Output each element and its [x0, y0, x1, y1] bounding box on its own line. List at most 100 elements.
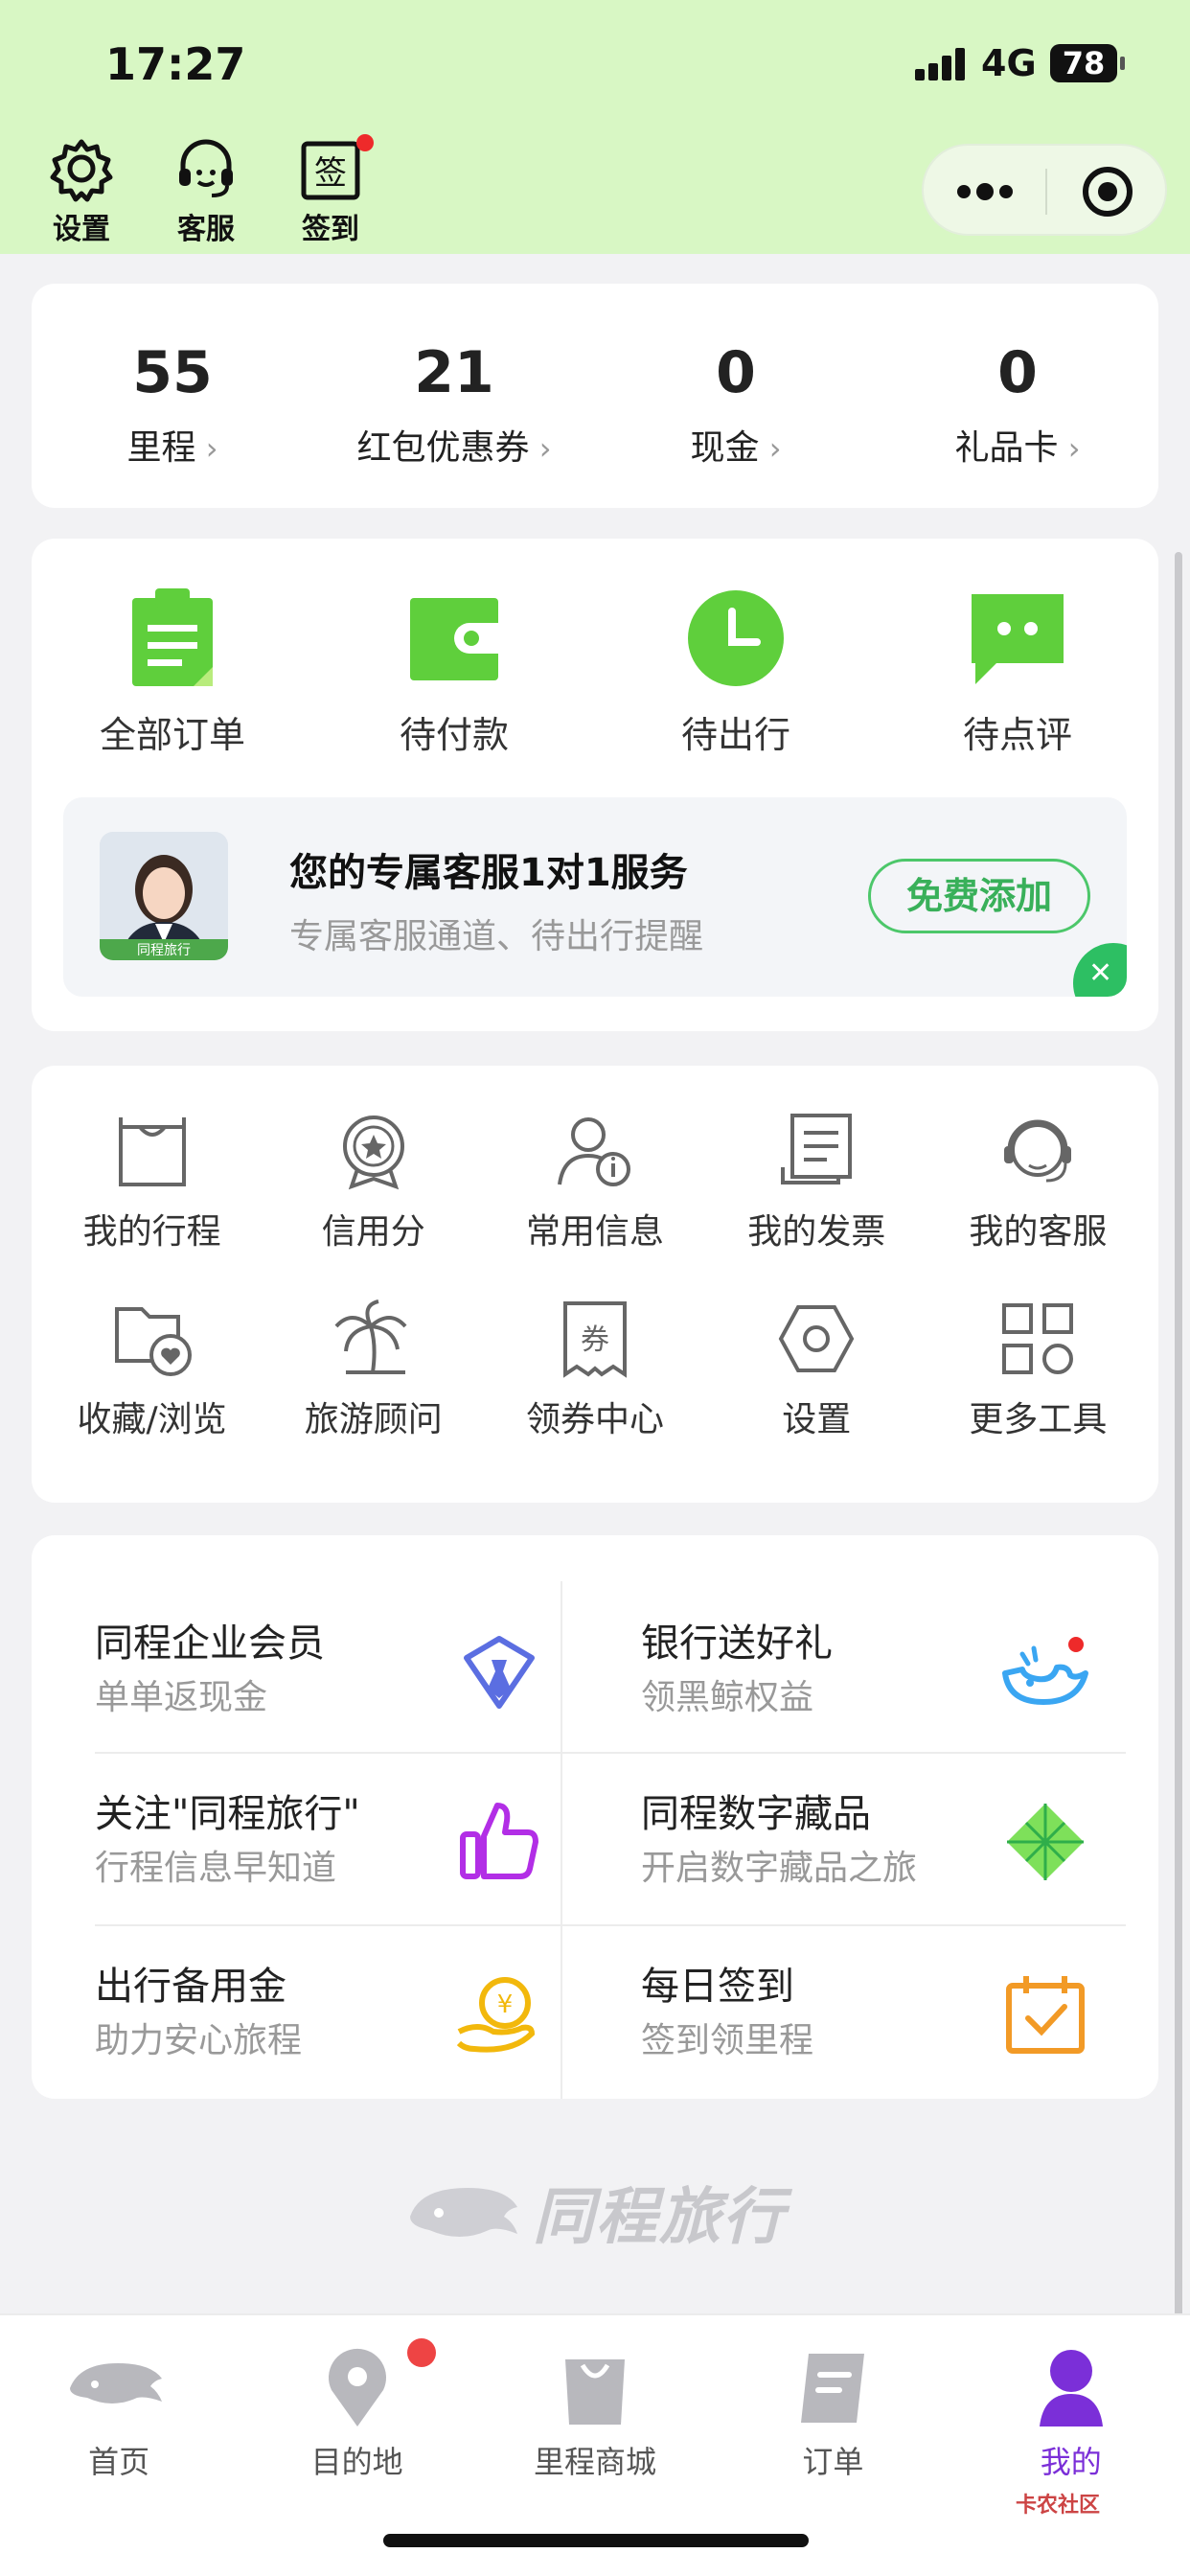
- more-dots-icon: [957, 183, 1013, 200]
- promo-follow-account[interactable]: 关注"同程旅行" 行程信息早知道: [95, 1752, 593, 1924]
- tool-label: 我的发票: [747, 1212, 886, 1252]
- coupon-center-button[interactable]: 券 领券中心: [484, 1298, 705, 1441]
- headset-icon: [179, 139, 233, 197]
- diamond-icon: [1007, 1804, 1084, 1880]
- tab-label: 订单: [802, 2444, 864, 2480]
- promo-travel-reserve[interactable]: 出行备用金 助力安心旅程 ¥: [95, 1924, 593, 2097]
- gear-icon: [50, 139, 113, 202]
- my-invoice-button[interactable]: 我的发票: [706, 1110, 927, 1254]
- promo-subtitle: 单单返现金: [95, 1678, 268, 1717]
- more-tools-button[interactable]: 更多工具: [927, 1298, 1149, 1441]
- settings-button[interactable]: 设置: [38, 134, 125, 247]
- stat-mileage[interactable]: 55 里程: [32, 284, 313, 508]
- scrollbar[interactable]: [1175, 552, 1182, 2469]
- promo-title: 银行送好礼: [641, 1622, 833, 1666]
- favorites-history-button[interactable]: 收藏/浏览: [41, 1298, 263, 1441]
- tool-label: 信用分: [321, 1212, 425, 1252]
- promo-digital-collection[interactable]: 同程数字藏品 开启数字藏品之旅: [641, 1752, 1139, 1924]
- checkin-button[interactable]: 签 签到: [287, 134, 374, 247]
- calendar-check-icon: [1006, 1976, 1085, 2054]
- stat-label: 礼品卡: [955, 420, 1081, 470]
- free-add-button[interactable]: 免费添加: [868, 859, 1090, 933]
- exclusive-service-banner[interactable]: 同程旅行 您的专属客服1对1服务 专属客服通道、待出行提醒 免费添加 ✕: [63, 797, 1127, 997]
- service-agent-icon: [1004, 1119, 1072, 1183]
- orders-card: 全部订单 待付款 待出行 待点评 同程旅行 您的专属客服1对1服务 专属客服通道…: [32, 539, 1158, 1031]
- target-close-icon: [1083, 167, 1133, 217]
- tab-label: 里程商城: [533, 2444, 656, 2480]
- stat-gift-card[interactable]: 0 礼品卡: [877, 284, 1158, 508]
- user-info-icon: [558, 1117, 630, 1186]
- close-miniapp-button[interactable]: [1047, 146, 1169, 238]
- more-menu-button[interactable]: [924, 146, 1045, 238]
- settings-tool-button[interactable]: 设置: [706, 1298, 927, 1441]
- promo-enterprise-member[interactable]: 同程企业会员 单单返现金: [95, 1581, 593, 1754]
- svg-text:签: 签: [314, 154, 347, 193]
- agent-avatar-icon: 同程旅行: [100, 832, 228, 960]
- order-label: 待出行: [680, 714, 790, 756]
- credit-score-button[interactable]: 信用分: [263, 1110, 484, 1254]
- stat-cash[interactable]: 0 现金: [595, 284, 877, 508]
- stat-label: 现金: [691, 420, 782, 470]
- chat-icon: [972, 594, 1064, 684]
- dismiss-banner-button[interactable]: ✕: [1073, 943, 1127, 997]
- promo-bank-gift[interactable]: 银行送好礼 领黑鲸权益: [641, 1581, 1139, 1754]
- order-label: 全部订单: [99, 714, 245, 756]
- promo-title: 关注"同程旅行": [95, 1792, 360, 1836]
- status-time: 17:27: [105, 38, 246, 90]
- invoice-icon: [781, 1114, 853, 1184]
- top-toolbar: 设置 客服 签 签到: [38, 134, 374, 247]
- stat-value: 0: [997, 339, 1038, 406]
- tab-label: 我的: [1040, 2444, 1102, 2480]
- close-icon: ✕: [1088, 956, 1113, 990]
- tab-label: 目的地: [310, 2444, 403, 2480]
- tab-mileage-mall[interactable]: 里程商城: [480, 2340, 710, 2482]
- frequent-info-button[interactable]: 常用信息: [484, 1110, 705, 1254]
- my-service-button[interactable]: 我的客服: [927, 1110, 1149, 1254]
- clock-icon: [688, 590, 784, 686]
- hexagon-settings-icon: [778, 1305, 855, 1372]
- promo-subtitle: 领黑鲸权益: [641, 1678, 814, 1717]
- coin-hand-icon: ¥: [456, 1977, 536, 2053]
- promo-subtitle: 助力安心旅程: [95, 2021, 303, 2060]
- tool-label: 设置: [782, 1400, 852, 1439]
- whale-home-icon: [70, 2363, 163, 2404]
- tab-destination[interactable]: 目的地: [242, 2338, 472, 2482]
- travel-advisor-button[interactable]: 旅游顾问: [263, 1298, 484, 1441]
- notification-dot: [356, 134, 374, 151]
- bag-icon: [118, 1117, 186, 1186]
- tool-label: 领券中心: [525, 1400, 664, 1439]
- pending-review-button[interactable]: 待点评: [903, 585, 1133, 758]
- whale-icon: [1002, 1637, 1088, 1705]
- tab-label: 首页: [88, 2444, 150, 2480]
- all-orders-button[interactable]: 全部订单: [57, 585, 287, 758]
- wallet-icon: [410, 598, 498, 680]
- miniapp-capsule: [922, 144, 1167, 236]
- order-label: 待付款: [399, 714, 509, 756]
- pending-payment-button[interactable]: 待付款: [339, 585, 569, 758]
- pending-travel-button[interactable]: 待出行: [621, 585, 851, 758]
- customer-service-label: 客服: [177, 213, 235, 246]
- watermark: 卡农社区: [1016, 2494, 1101, 2518]
- avatar: 同程旅行: [100, 832, 228, 960]
- notification-dot: [406, 2338, 436, 2367]
- promo-subtitle: 开启数字藏品之旅: [641, 1849, 918, 1888]
- clipboard-icon: [132, 588, 213, 686]
- whale-logo-icon: [410, 2188, 517, 2237]
- svg-text:同程旅行: 同程旅行: [137, 943, 191, 958]
- my-trips-button[interactable]: 我的行程: [41, 1110, 263, 1254]
- tool-label: 收藏/浏览: [77, 1400, 227, 1439]
- palm-tree-icon: [334, 1300, 407, 1374]
- promo-title: 同程企业会员: [95, 1622, 325, 1666]
- stat-coupons[interactable]: 21 红包优惠券: [313, 284, 595, 508]
- battery-icon: 78: [1050, 44, 1125, 82]
- grid-icon: [1002, 1303, 1074, 1374]
- shopping-bag-icon: [564, 2359, 625, 2425]
- promotions-card: 同程企业会员 单单返现金 银行送好礼 领黑鲸权益 关注"同程旅行" 行程信息早知…: [32, 1535, 1158, 2099]
- tab-home[interactable]: 首页: [4, 2340, 234, 2482]
- promo-title: 每日签到: [641, 1965, 794, 2009]
- home-indicator[interactable]: [383, 2534, 809, 2547]
- customer-service-button[interactable]: 客服: [163, 134, 249, 247]
- promo-daily-checkin[interactable]: 每日签到 签到领里程: [641, 1924, 1139, 2097]
- tab-profile[interactable]: 我的: [956, 2340, 1186, 2482]
- tab-orders[interactable]: 订单: [718, 2340, 948, 2482]
